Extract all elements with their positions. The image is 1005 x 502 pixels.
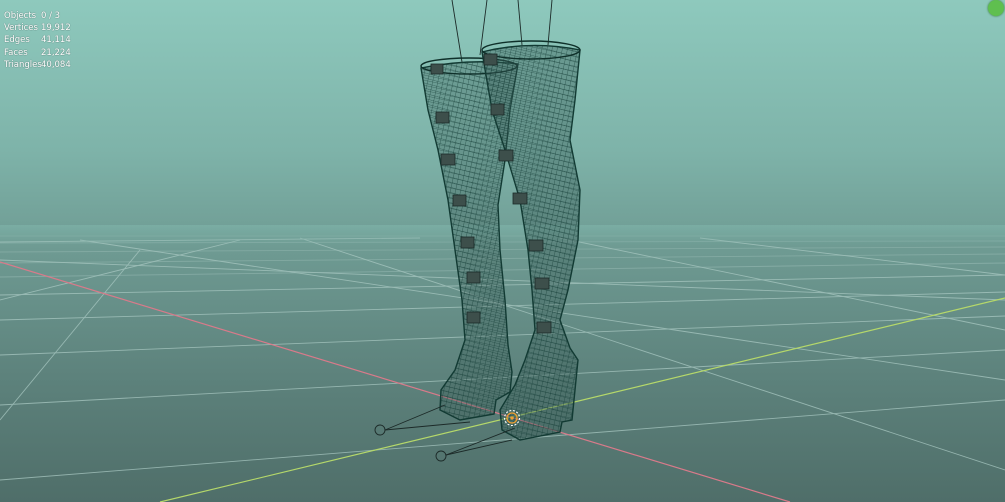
scene-statistics-overlay: Objects 0 / 3 Vertices 19,912 Edges 41,1… bbox=[4, 10, 71, 71]
viewport-scene[interactable] bbox=[0, 0, 1005, 502]
stat-row-triangles: Triangles 40,084 bbox=[4, 59, 71, 71]
stat-value: 19,912 bbox=[41, 23, 71, 34]
stat-row-edges: Edges 41,114 bbox=[4, 34, 71, 46]
stat-label: Objects bbox=[4, 11, 37, 21]
3d-viewport[interactable]: Objects 0 / 3 Vertices 19,912 Edges 41,1… bbox=[0, 0, 1005, 502]
stat-label: Edges bbox=[4, 35, 30, 46]
stat-label: Faces bbox=[4, 47, 28, 58]
navigation-gizmo-icon[interactable] bbox=[988, 0, 1004, 16]
stat-row-faces: Faces 21,224 bbox=[4, 47, 71, 59]
stat-row-objects: Objects 0 / 3 bbox=[4, 10, 71, 22]
stat-value: 41,114 bbox=[41, 35, 71, 46]
stat-label: Triangles bbox=[4, 59, 42, 70]
stat-value: 0 / 3 bbox=[41, 11, 61, 21]
x-axis-line bbox=[0, 261, 791, 502]
stat-label: Vertices bbox=[4, 23, 38, 34]
stat-value: 40,084 bbox=[41, 59, 71, 70]
y-axis-line bbox=[159, 297, 1005, 502]
stat-value: 21,224 bbox=[41, 47, 71, 58]
stat-row-vertices: Vertices 19,912 bbox=[4, 22, 71, 34]
